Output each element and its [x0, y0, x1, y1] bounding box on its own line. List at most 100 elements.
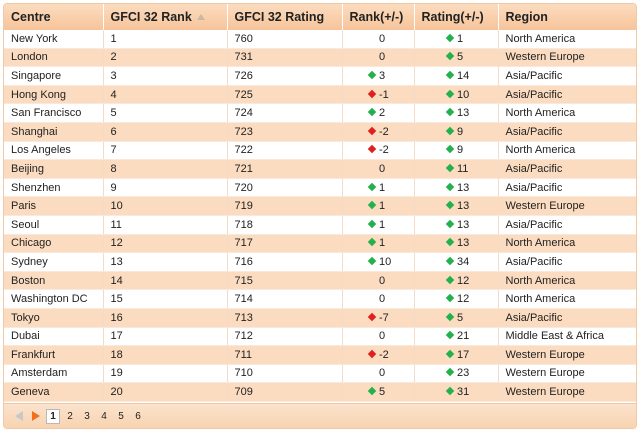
cell-text: 5 [457, 51, 464, 64]
cell-text: Asia/Pacific [505, 162, 563, 175]
rating-change-indicator: 13 [445, 219, 469, 231]
table-row[interactable]: Seoul 11 718 1 13 Asia/Pacific [4, 215, 636, 235]
cell-rating: 724 [227, 103, 343, 123]
cell-centre: Geneva [4, 382, 104, 402]
cell-region: Asia/Pacific [498, 159, 636, 179]
rating-change-indicator: 10 [445, 89, 469, 101]
page-number-button[interactable]: 4 [97, 409, 111, 424]
cell-text: 10 [110, 200, 123, 213]
cell-text: Asia/Pacific [505, 69, 563, 82]
cell-centre: Hong Kong [4, 85, 104, 105]
table-row[interactable]: Sydney 13 716 10 34 Asia/Pacific [4, 252, 636, 272]
cell-rating-change: 13 [414, 196, 499, 216]
rank-change-indicator: -1 [367, 89, 389, 101]
arrow-down-icon [367, 145, 377, 154]
table-row[interactable]: Amsterdam 19 710 0 23 Western Europe [4, 364, 636, 384]
column-header-region[interactable]: Region [498, 4, 636, 30]
table-row[interactable]: Shanghai 6 723 -2 9 Asia/Pacific [4, 122, 636, 142]
cell-rating-change: 17 [414, 345, 499, 365]
table-row[interactable]: Paris 10 719 1 13 Western Europe [4, 196, 636, 216]
table-row[interactable]: Singapore 3 726 3 14 Asia/Pacific [4, 66, 636, 86]
table-row[interactable]: Tokyo 16 713 -7 5 Asia/Pacific [4, 308, 636, 328]
cell-region: Asia/Pacific [498, 178, 636, 198]
cell-text: 21 [457, 330, 470, 343]
table-row[interactable]: Geneva 20 709 5 31 Western Europe [4, 382, 636, 402]
column-header-rating[interactable]: GFCI 32 Rating [227, 4, 343, 30]
table-row[interactable]: Shenzhen 9 720 1 13 Asia/Pacific [4, 178, 636, 198]
table-row[interactable]: San Francisco 5 724 2 13 North America [4, 103, 636, 123]
rating-change-indicator: 17 [445, 349, 469, 361]
page-number-button[interactable]: 6 [131, 409, 145, 424]
next-page-button[interactable] [29, 410, 43, 422]
cell-rank: 13 [103, 252, 228, 272]
table-row[interactable]: Washington DC 15 714 0 12 North America [4, 289, 636, 309]
cell-region: Asia/Pacific [498, 66, 636, 86]
table-row[interactable]: Los Angeles 7 722 -2 9 North America [4, 141, 636, 161]
rank-change-indicator: 0 [369, 275, 387, 287]
arrow-up-icon [445, 368, 455, 377]
table-row[interactable]: Dubai 17 712 0 21 Middle East & Africa [4, 327, 636, 347]
cell-text: Geneva [11, 386, 50, 399]
table-row[interactable]: Boston 14 715 0 12 North America [4, 271, 636, 291]
cell-text: San Francisco [11, 107, 82, 120]
rank-change-indicator: -7 [367, 312, 389, 324]
prev-page-button[interactable] [12, 410, 26, 422]
arrow-up-icon [367, 182, 377, 191]
cell-text: Asia/Pacific [505, 181, 563, 194]
arrow-up-icon [445, 256, 455, 266]
cell-rating: 726 [227, 66, 343, 86]
cell-text: Asia/Pacific [505, 311, 563, 324]
rank-change-indicator: 0 [369, 367, 387, 379]
cell-text: 0 [379, 367, 386, 380]
cell-text: 760 [234, 32, 253, 45]
cell-region: Western Europe [498, 364, 636, 384]
cell-text: 715 [234, 274, 253, 287]
page-number-button[interactable]: 1 [46, 408, 60, 424]
column-header-rank-change[interactable]: Rank(+/-) [342, 4, 415, 30]
cell-text: 20 [110, 386, 123, 399]
table-row[interactable]: Hong Kong 4 725 -1 10 Asia/Pacific [4, 85, 636, 105]
column-header-rank[interactable]: GFCI 32 Rank [103, 4, 228, 30]
column-header-rating-change[interactable]: Rating(+/-) [414, 4, 499, 30]
cell-text: Western Europe [505, 200, 585, 213]
cell-rank: 12 [103, 234, 228, 254]
cell-centre: Dubai [4, 327, 104, 347]
table-body: New York 1 760 0 1 North America London 2 731 0 5 W… [4, 30, 636, 402]
cell-text: 13 [457, 237, 470, 250]
cell-text: 13 [110, 255, 123, 268]
cell-text: Beijing [11, 162, 45, 175]
cell-rank: 3 [103, 66, 228, 86]
cell-text: 719 [234, 200, 253, 213]
cell-centre: Shenzhen [4, 178, 104, 198]
column-header-label: Rank(+/-) [349, 10, 404, 24]
cell-rating: 722 [227, 141, 343, 161]
table-row[interactable]: New York 1 760 0 1 North America [4, 30, 636, 49]
cell-text: 716 [234, 255, 253, 268]
cell-rating: 714 [227, 289, 343, 309]
table-row[interactable]: London 2 731 0 5 Western Europe [4, 48, 636, 68]
rating-change-indicator: 23 [445, 367, 469, 379]
table-row[interactable]: Frankfurt 18 711 -2 17 Western Europe [4, 345, 636, 365]
cell-region: North America [498, 289, 636, 309]
arrow-up-icon [445, 349, 455, 359]
rating-change-indicator: 13 [445, 107, 469, 119]
page-number-button[interactable]: 5 [114, 409, 128, 424]
cell-text: Singapore [11, 69, 62, 82]
cell-text: 711 [234, 348, 253, 361]
page-number-button[interactable]: 2 [63, 409, 77, 424]
table-row[interactable]: Chicago 12 717 1 13 North America [4, 234, 636, 254]
page-number-button[interactable]: 3 [80, 409, 94, 424]
rank-change-indicator: 1 [367, 219, 387, 231]
rank-change-indicator: -2 [367, 349, 389, 361]
table-row[interactable]: Beijing 8 721 0 11 Asia/Pacific [4, 159, 636, 179]
cell-text: Seoul [11, 218, 40, 231]
cell-centre: Beijing [4, 159, 104, 179]
arrow-up-icon [445, 331, 455, 340]
cell-rank: 16 [103, 308, 228, 328]
cell-text: New York [11, 32, 58, 45]
rating-change-indicator: 9 [445, 126, 465, 138]
cell-text: Shanghai [11, 125, 58, 138]
column-header-centre[interactable]: Centre [4, 4, 104, 30]
cell-rank-change: 1 [342, 178, 415, 198]
cell-text: 7 [110, 144, 117, 157]
